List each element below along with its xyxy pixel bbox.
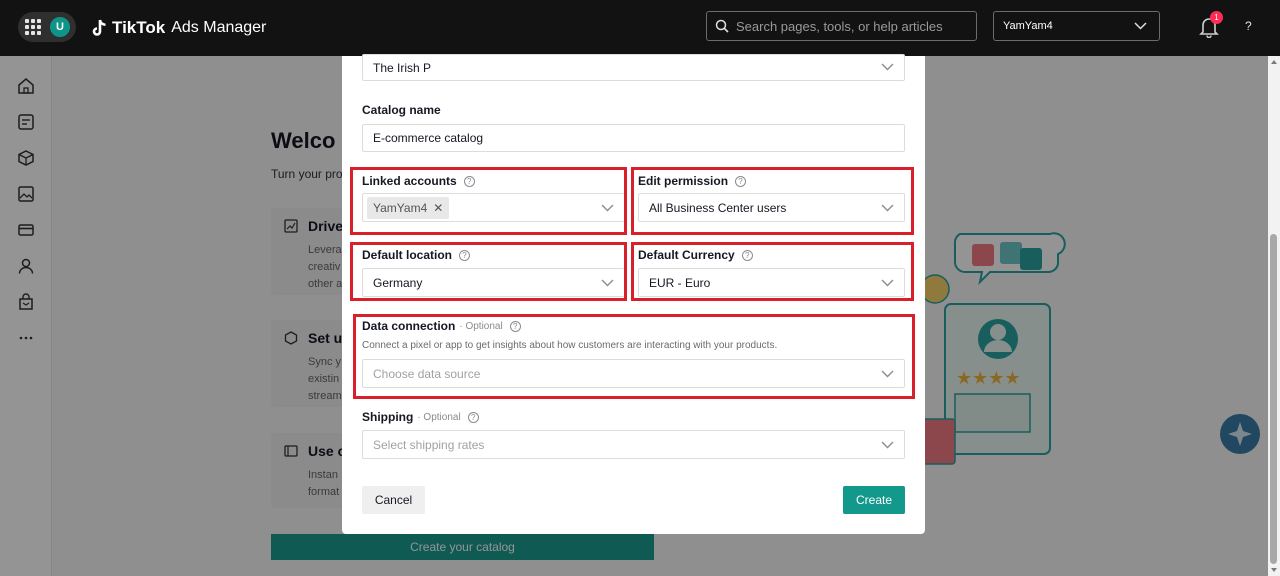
- optional-tag: · Optional: [417, 411, 461, 423]
- scroll-up-arrow[interactable]: [1271, 60, 1277, 64]
- tiktok-ads-manager-logo[interactable]: TikTok Ads Manager: [92, 16, 266, 40]
- scrollbar-thumb[interactable]: [1270, 234, 1277, 564]
- tiktok-logo-icon: [92, 19, 106, 36]
- highlight-edit-permission: [631, 167, 914, 235]
- business-center-value: The Irish P: [373, 60, 432, 75]
- help-icon[interactable]: ?: [1245, 19, 1252, 33]
- chevron-down-icon: [881, 63, 894, 71]
- account-name: YamYam4: [1003, 20, 1053, 32]
- apps-grid-icon[interactable]: [25, 19, 41, 35]
- search-input[interactable]: Search pages, tools, or help articles: [706, 11, 977, 41]
- shipping-rates-select[interactable]: Select shipping rates: [362, 430, 905, 459]
- catalog-name-label-text: Catalog name: [362, 103, 441, 117]
- scroll-down-arrow[interactable]: [1271, 568, 1277, 572]
- notification-badge: 1: [1210, 11, 1223, 24]
- logo-product-text: Ads Manager: [171, 19, 267, 36]
- user-avatar[interactable]: U: [48, 15, 72, 39]
- chevron-down-icon: [1134, 22, 1147, 30]
- search-placeholder: Search pages, tools, or help articles: [736, 18, 943, 34]
- question-circle-icon[interactable]: ?: [467, 411, 479, 423]
- catalog-name-input[interactable]: E-commerce catalog: [362, 124, 905, 152]
- apps-switcher[interactable]: U: [18, 12, 76, 42]
- shipping-label-text: Shipping: [362, 410, 414, 424]
- highlight-linked-accounts: [350, 167, 627, 235]
- shipping-rates-placeholder: Select shipping rates: [373, 437, 485, 452]
- top-navigation-bar: U TikTok Ads Manager Search pages, tools…: [0, 0, 1280, 56]
- business-center-select[interactable]: The Irish P: [362, 54, 905, 81]
- page-scrollbar[interactable]: [1268, 56, 1280, 576]
- cancel-button[interactable]: Cancel: [362, 486, 425, 514]
- account-selector[interactable]: YamYam4: [993, 11, 1160, 41]
- catalog-name-label: Catalog name: [362, 103, 441, 117]
- catalog-name-value: E-commerce catalog: [373, 131, 484, 145]
- highlight-data-connection: [353, 314, 915, 399]
- search-icon: [715, 19, 729, 33]
- create-button[interactable]: Create: [843, 486, 905, 514]
- highlight-default-currency: [631, 242, 914, 301]
- shipping-label: Shipping · Optional ?: [362, 410, 479, 424]
- highlight-default-location: [350, 242, 627, 301]
- chevron-down-icon: [881, 441, 894, 449]
- logo-brand-text: TikTok: [112, 18, 166, 37]
